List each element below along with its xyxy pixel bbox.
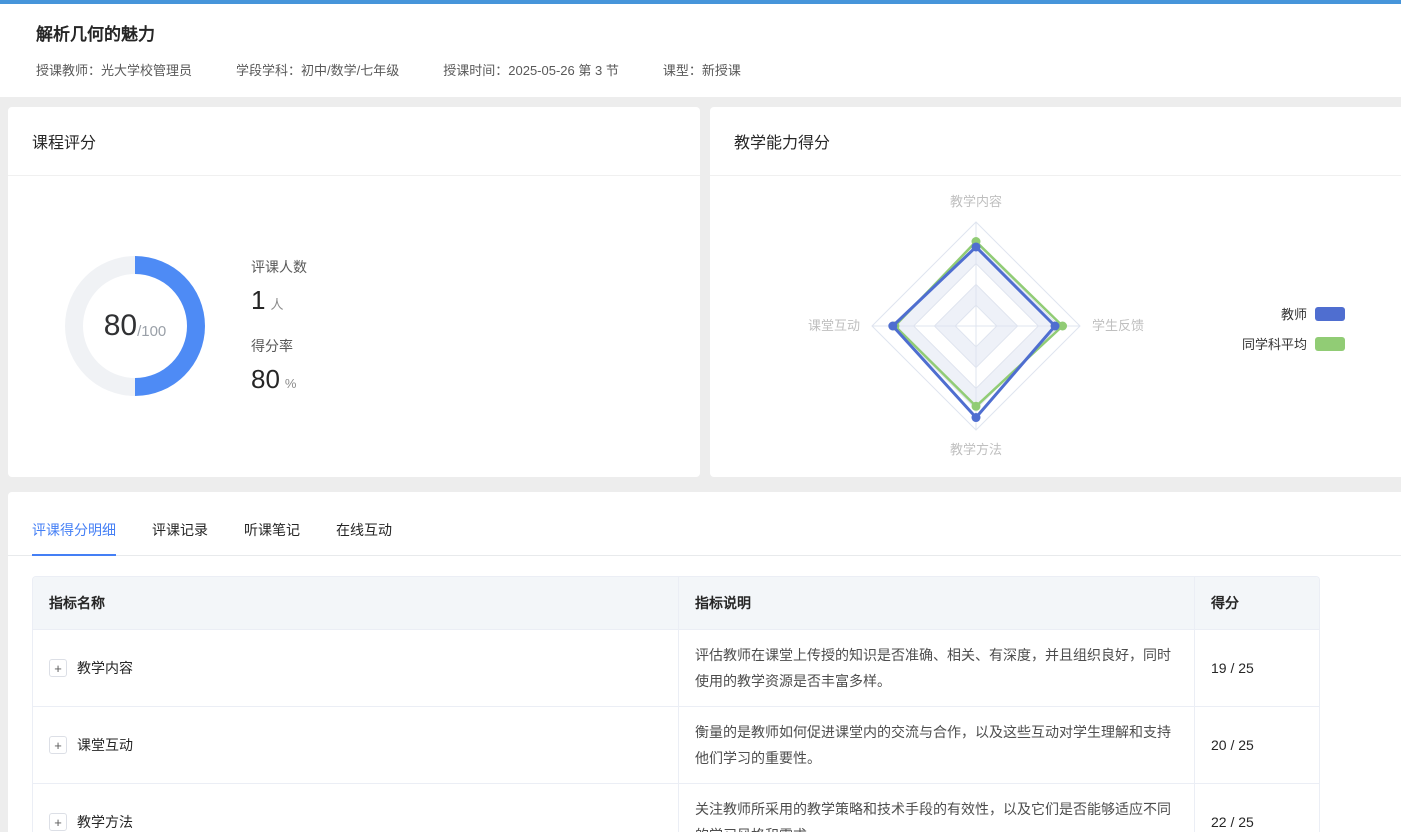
indicator-desc: 关注教师所采用的教学策略和技术手段的有效性，以及它们是否能够适应不同的学习风格和…: [695, 796, 1178, 832]
indicator-score-cell: 22 / 25: [1194, 784, 1320, 832]
radar-data-point: [1051, 322, 1060, 331]
legend-marker: [1315, 307, 1345, 321]
course-info-item: 课型：新授课: [663, 60, 741, 79]
indicator-desc-cell: 关注教师所采用的教学策略和技术手段的有效性，以及它们是否能够适应不同的学习风格和…: [678, 784, 1194, 832]
teaching-ability-card: 教学能力得分 教学内容学生反馈教学方法 课堂互动 教师同学科平均: [710, 107, 1401, 477]
score-total: /100: [137, 323, 166, 340]
course-score-card: 课程评分 80 /100 评课人数 1人得分率 80%: [8, 107, 700, 477]
stat-unit: 人: [270, 297, 283, 312]
indicator-name: 教学方法: [77, 812, 133, 832]
stat-number: 80: [251, 364, 280, 394]
legend-item-教师[interactable]: 教师: [1281, 304, 1345, 323]
radar-data-point: [972, 402, 981, 411]
indicator-desc: 衡量的是教师如何促进课堂内的交流与合作，以及这些互动对学生理解和支持他们学习的重…: [695, 719, 1178, 771]
tab-听课笔记[interactable]: 听课笔记: [244, 520, 300, 555]
course-info-item: 授课教师：光大学校管理员: [36, 60, 192, 79]
radar-legend: 教师同学科平均: [1242, 304, 1345, 353]
legend-label: 同学科平均: [1242, 334, 1307, 353]
page-title: 解析几何的魅力: [36, 20, 1365, 45]
legend-marker: [1315, 337, 1345, 351]
indicator-desc-cell: 衡量的是教师如何促进课堂内的交流与合作，以及这些互动对学生理解和支持他们学习的重…: [678, 707, 1194, 783]
table-body: + 教学内容 评估教师在课堂上传授的知识是否准确、相关、有深度，并且组织良好，同时使…: [33, 629, 1319, 832]
score-detail-table: 指标名称指标说明得分 + 教学内容 评估教师在课堂上传授的知识是否准确、相关、有深度…: [32, 576, 1320, 832]
tab-bar: 评课得分明细 评课记录 听课笔记 在线互动: [8, 492, 1401, 556]
course-score-card-title: 课程评分: [8, 107, 700, 176]
radar-data-point: [888, 322, 897, 331]
indicator-desc: 评估教师在课堂上传授的知识是否准确、相关、有深度，并且组织良好，同时使用的教学资…: [695, 642, 1178, 694]
radar-chart: 教学内容学生反馈教学方法 课堂互动: [736, 176, 1216, 476]
table-header-cell: 指标名称: [33, 577, 678, 629]
course-info-item: 学段学科：初中/数学/七年级: [236, 60, 399, 79]
teaching-ability-card-title: 教学能力得分: [710, 107, 1401, 176]
stat-label: 评课人数: [251, 257, 307, 277]
indicator-name-cell: + 教学内容: [33, 630, 678, 706]
stat-number: 1: [251, 285, 265, 315]
expand-row-button[interactable]: +: [49, 659, 67, 677]
table-header-row: 指标名称指标说明得分: [33, 577, 1319, 629]
radar-axis-label: 学生反馈: [1092, 318, 1144, 333]
course-info-row: 授课教师：光大学校管理员 学段学科：初中/数学/七年级 授课时间：2025-05-2…: [36, 60, 1365, 79]
legend-item-同学科平均[interactable]: 同学科平均: [1242, 334, 1345, 353]
page-header: 解析几何的魅力 授课教师：光大学校管理员 学段学科：初中/数学/七年级 授课时间：2…: [0, 4, 1401, 97]
course-info-item: 授课时间：2025-05-26 第 3 节: [443, 60, 619, 79]
radar-axis-label: 教学方法: [950, 442, 1002, 457]
stat-unit: %: [285, 376, 297, 391]
table-row: + 教学方法 关注教师所采用的教学策略和技术手段的有效性，以及它们是否能够适应不同的…: [33, 783, 1319, 832]
tab-评课记录[interactable]: 评课记录: [152, 520, 208, 555]
indicator-score-cell: 20 / 25: [1194, 707, 1320, 783]
tab-评课得分明细[interactable]: 评课得分明细: [32, 520, 116, 556]
expand-row-button[interactable]: +: [49, 813, 67, 831]
indicator-name-cell: + 课堂互动: [33, 707, 678, 783]
indicator-name: 课堂互动: [77, 735, 133, 755]
stat-label: 得分率: [251, 336, 307, 356]
table-header-cell: 指标说明: [678, 577, 1194, 629]
radar-data-point: [972, 242, 981, 251]
score-value: 80: [104, 309, 137, 343]
indicator-name: 教学内容: [77, 658, 133, 678]
table-header-cell: 得分: [1194, 577, 1320, 629]
score-stats: 评课人数 1人得分率 80%: [251, 257, 307, 395]
stat-value: 80%: [251, 364, 307, 395]
table-row: + 教学内容 评估教师在课堂上传授的知识是否准确、相关、有深度，并且组织良好，同时使…: [33, 629, 1319, 706]
tab-在线互动[interactable]: 在线互动: [336, 520, 392, 555]
radar-axis-label: 课堂互动: [808, 318, 860, 333]
radar-data-point: [972, 413, 981, 422]
table-row: + 课堂互动 衡量的是教师如何促进课堂内的交流与合作，以及这些互动对学生理解和支持他…: [33, 706, 1319, 783]
indicator-score-cell: 19 / 25: [1194, 630, 1320, 706]
indicator-name-cell: + 教学方法: [33, 784, 678, 832]
score-donut-chart: 80 /100: [65, 256, 205, 396]
stat-value: 1人: [251, 285, 307, 316]
legend-label: 教师: [1281, 304, 1307, 323]
detail-card: 评课得分明细 评课记录 听课笔记 在线互动 指标名称指标说明得分 + 教学内容 评估教师在…: [8, 492, 1401, 832]
indicator-desc-cell: 评估教师在课堂上传授的知识是否准确、相关、有深度，并且组织良好，同时使用的教学资…: [678, 630, 1194, 706]
radar-axis-label: 教学内容: [950, 194, 1002, 209]
expand-row-button[interactable]: +: [49, 736, 67, 754]
